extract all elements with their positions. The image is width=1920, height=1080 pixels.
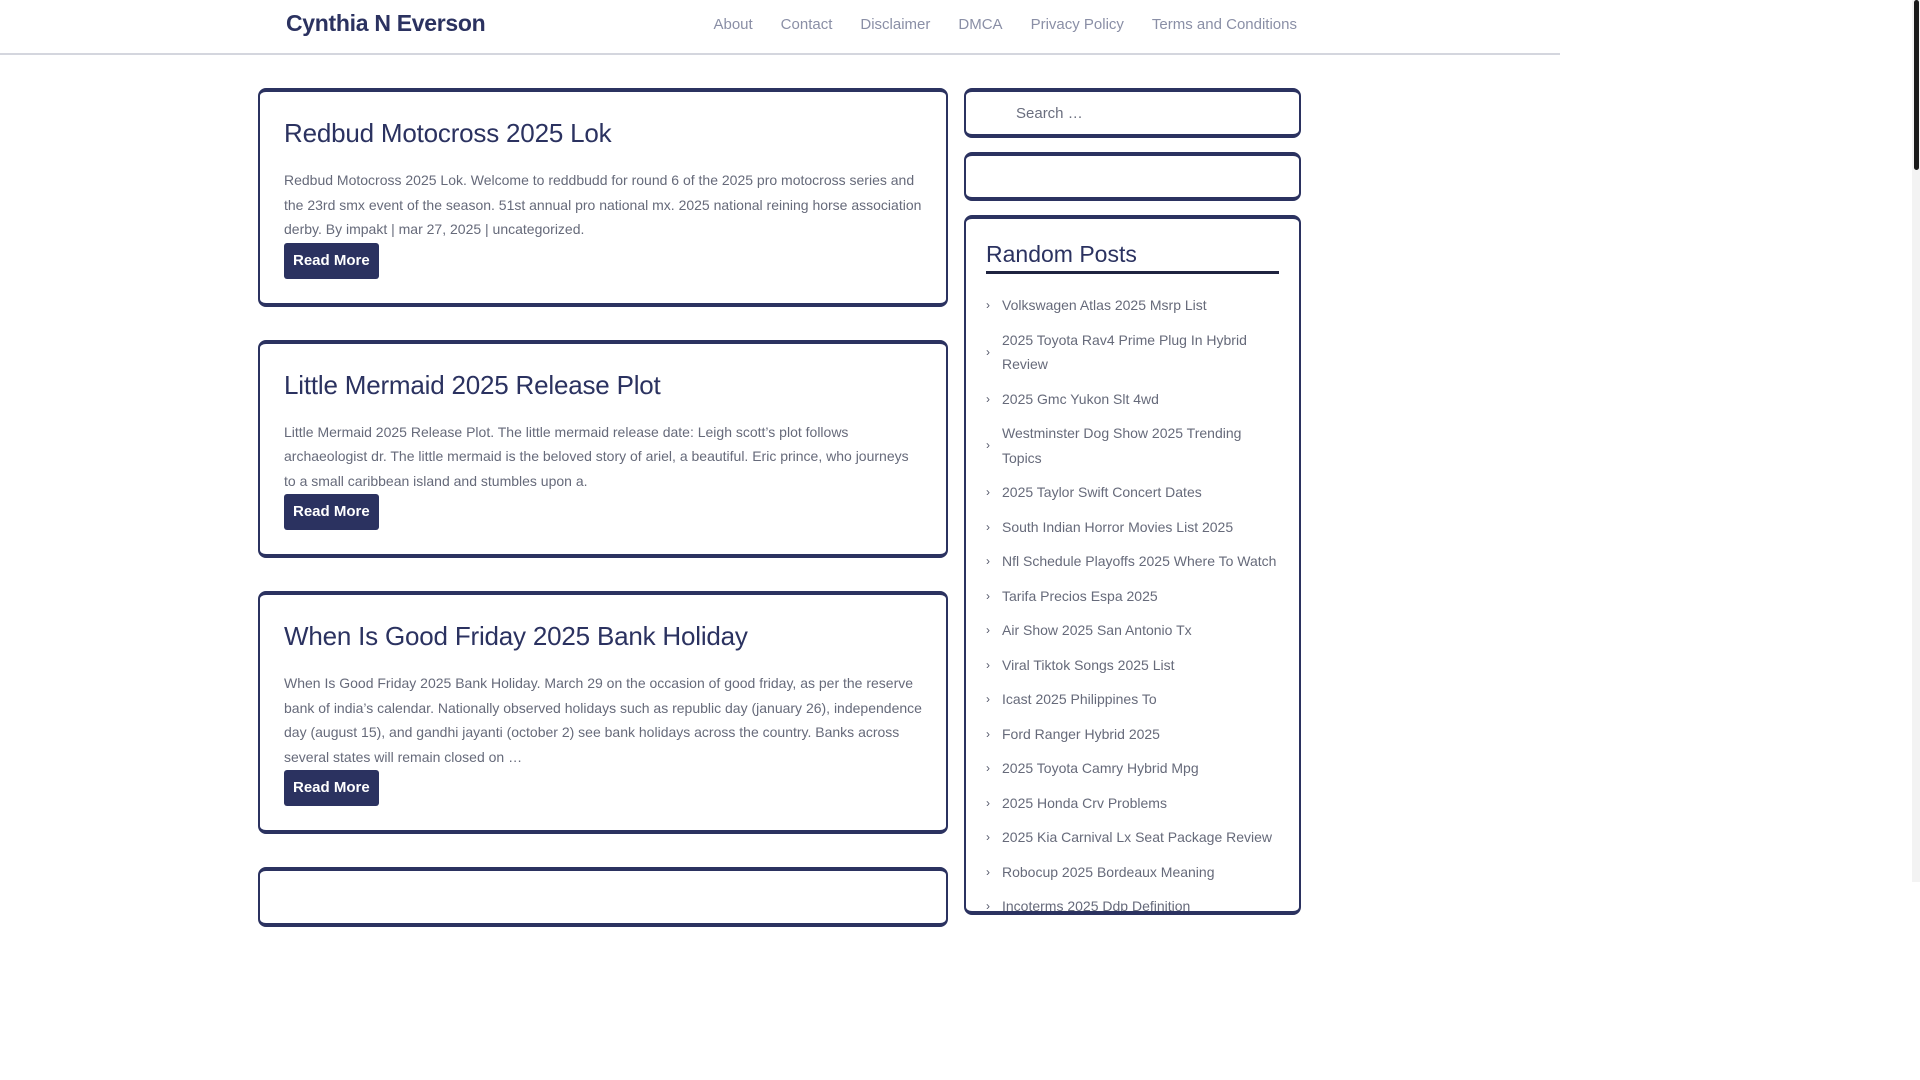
random-post-link[interactable]: 2025 Honda Crv Problems xyxy=(1002,791,1167,816)
post-card: When Is Good Friday 2025 Bank Holiday Wh… xyxy=(258,591,948,834)
random-post-link[interactable]: 2025 Toyota Rav4 Prime Plug In Hybrid Re… xyxy=(1002,328,1279,377)
chevron-right-icon: › xyxy=(986,795,990,810)
chevron-right-icon: › xyxy=(986,830,990,844)
list-item: › Ford Ranger Hybrid 2025 xyxy=(986,717,1279,752)
list-item: › Icast 2025 Philippines To xyxy=(986,682,1279,717)
random-post-link[interactable]: Icast 2025 Philippines To xyxy=(1002,687,1157,712)
chevron-right-icon: › xyxy=(986,438,990,453)
random-post-link[interactable]: Volkswagen Atlas 2025 Msrp List xyxy=(1002,293,1207,318)
page-scrollbar[interactable] xyxy=(1912,0,1920,882)
list-item: › Nfl Schedule Playoffs 2025 Where To Wat… xyxy=(986,544,1279,579)
chevron-right-icon: › xyxy=(986,588,990,603)
search-input[interactable] xyxy=(1014,103,1274,123)
chevron-right-icon: › xyxy=(986,344,990,359)
search-widget xyxy=(964,88,1301,138)
random-post-link[interactable]: Nfl Schedule Playoffs 2025 Where To Watc… xyxy=(1002,549,1276,574)
empty-widget xyxy=(964,152,1301,201)
chevron-right-icon: › xyxy=(986,761,990,775)
random-post-link[interactable]: 2025 Taylor Swift Concert Dates xyxy=(1002,480,1202,505)
nav-disclaimer[interactable]: Disclaimer xyxy=(860,16,930,33)
post-excerpt: When Is Good Friday 2025 Bank Holiday. M… xyxy=(284,675,922,765)
random-posts-title: Random Posts xyxy=(986,239,1279,274)
nav-contact[interactable]: Contact xyxy=(781,16,833,33)
chevron-right-icon: › xyxy=(986,864,990,879)
site-header: Cynthia N Everson About Contact Disclaim… xyxy=(0,0,1560,55)
read-more-button[interactable]: Read More xyxy=(284,770,379,806)
random-post-link[interactable]: Robocup 2025 Bordeaux Meaning xyxy=(1002,860,1215,885)
random-post-link[interactable]: Viral Tiktok Songs 2025 List xyxy=(1002,653,1175,678)
post-excerpt: Little Mermaid 2025 Release Plot. The li… xyxy=(284,423,909,489)
chevron-right-icon: › xyxy=(986,657,990,672)
random-post-link[interactable]: South Indian Horror Movies List 2025 xyxy=(1002,515,1233,540)
chevron-right-icon: › xyxy=(986,391,990,406)
list-item: › Incoterms 2025 Ddp Definition xyxy=(986,889,1279,913)
sidebar: Random Posts › Volkswagen Atlas 2025 Msrp… xyxy=(964,88,1301,929)
list-item: › 2025 Honda Crv Problems xyxy=(986,786,1279,821)
list-item: › 2025 Kia Carnival Lx Seat Package Revie… xyxy=(986,820,1279,855)
chevron-right-icon: › xyxy=(986,692,990,706)
list-item: › Tarifa Precios Espa 2025 xyxy=(986,579,1279,614)
list-item: › Air Show 2025 San Antonio Tx xyxy=(986,613,1279,648)
chevron-right-icon: › xyxy=(986,519,990,534)
chevron-right-icon: › xyxy=(986,485,990,499)
list-item: › South Indian Horror Movies List 2025 xyxy=(986,510,1279,545)
list-item: › 2025 Toyota Rav4 Prime Plug In Hybrid R… xyxy=(986,323,1279,382)
post-excerpt: Redbud Motocross 2025 Lok. Welcome to re… xyxy=(284,172,922,237)
random-post-link[interactable]: Ford Ranger Hybrid 2025 xyxy=(1002,722,1160,747)
list-item: › Robocup 2025 Bordeaux Meaning xyxy=(986,855,1279,890)
nav-dmca[interactable]: DMCA xyxy=(958,16,1002,33)
post-list: Redbud Motocross 2025 Lok Redbud Motocro… xyxy=(258,88,948,960)
random-post-link[interactable]: 2025 Gmc Yukon Slt 4wd xyxy=(1002,387,1159,412)
random-post-link[interactable]: Incoterms 2025 Ddp Definition xyxy=(1002,894,1190,911)
site-title[interactable]: Cynthia N Everson xyxy=(286,10,486,37)
random-posts-widget: Random Posts › Volkswagen Atlas 2025 Msrp… xyxy=(964,215,1301,915)
list-item: › Volkswagen Atlas 2025 Msrp List xyxy=(986,288,1279,323)
list-item: › Viral Tiktok Songs 2025 List xyxy=(986,648,1279,683)
random-post-link[interactable]: Air Show 2025 San Antonio Tx xyxy=(1002,618,1192,643)
random-post-link[interactable]: 2025 Kia Carnival Lx Seat Package Review xyxy=(1002,825,1272,850)
top-navigation: About Contact Disclaimer DMCA Privacy Po… xyxy=(713,16,1297,33)
post-title[interactable]: Little Mermaid 2025 Release Plot xyxy=(284,368,922,402)
post-card-partial xyxy=(258,867,948,927)
chevron-right-icon: › xyxy=(986,899,990,913)
random-posts-list: › Volkswagen Atlas 2025 Msrp List › 2025 T… xyxy=(986,288,1279,913)
random-post-link[interactable]: 2025 Toyota Camry Hybrid Mpg xyxy=(1002,756,1199,781)
chevron-right-icon: › xyxy=(986,726,990,741)
chevron-right-icon: › xyxy=(986,623,990,637)
list-item: › 2025 Toyota Camry Hybrid Mpg xyxy=(986,751,1279,786)
list-item: › Westminster Dog Show 2025 Trending Topi… xyxy=(986,416,1279,475)
list-item: › 2025 Taylor Swift Concert Dates xyxy=(986,475,1279,510)
post-title[interactable]: Redbud Motocross 2025 Lok xyxy=(284,116,922,150)
nav-about[interactable]: About xyxy=(713,16,752,33)
random-post-link[interactable]: Westminster Dog Show 2025 Trending Topic… xyxy=(1002,421,1279,470)
read-more-button[interactable]: Read More xyxy=(284,242,379,279)
post-card: Little Mermaid 2025 Release Plot Little … xyxy=(258,339,948,558)
random-post-link[interactable]: Tarifa Precios Espa 2025 xyxy=(1002,584,1158,609)
chevron-right-icon: › xyxy=(986,554,990,568)
post-title[interactable]: When Is Good Friday 2025 Bank Holiday xyxy=(284,619,922,653)
nav-terms-and-conditions[interactable]: Terms and Conditions xyxy=(1152,16,1297,33)
post-card: Redbud Motocross 2025 Lok Redbud Motocro… xyxy=(258,88,948,307)
read-more-button[interactable]: Read More xyxy=(284,494,379,530)
chevron-right-icon: › xyxy=(986,298,990,312)
scrollbar-thumb[interactable] xyxy=(1914,0,1919,170)
nav-privacy-policy[interactable]: Privacy Policy xyxy=(1031,16,1124,33)
list-item: › 2025 Gmc Yukon Slt 4wd xyxy=(986,382,1279,417)
